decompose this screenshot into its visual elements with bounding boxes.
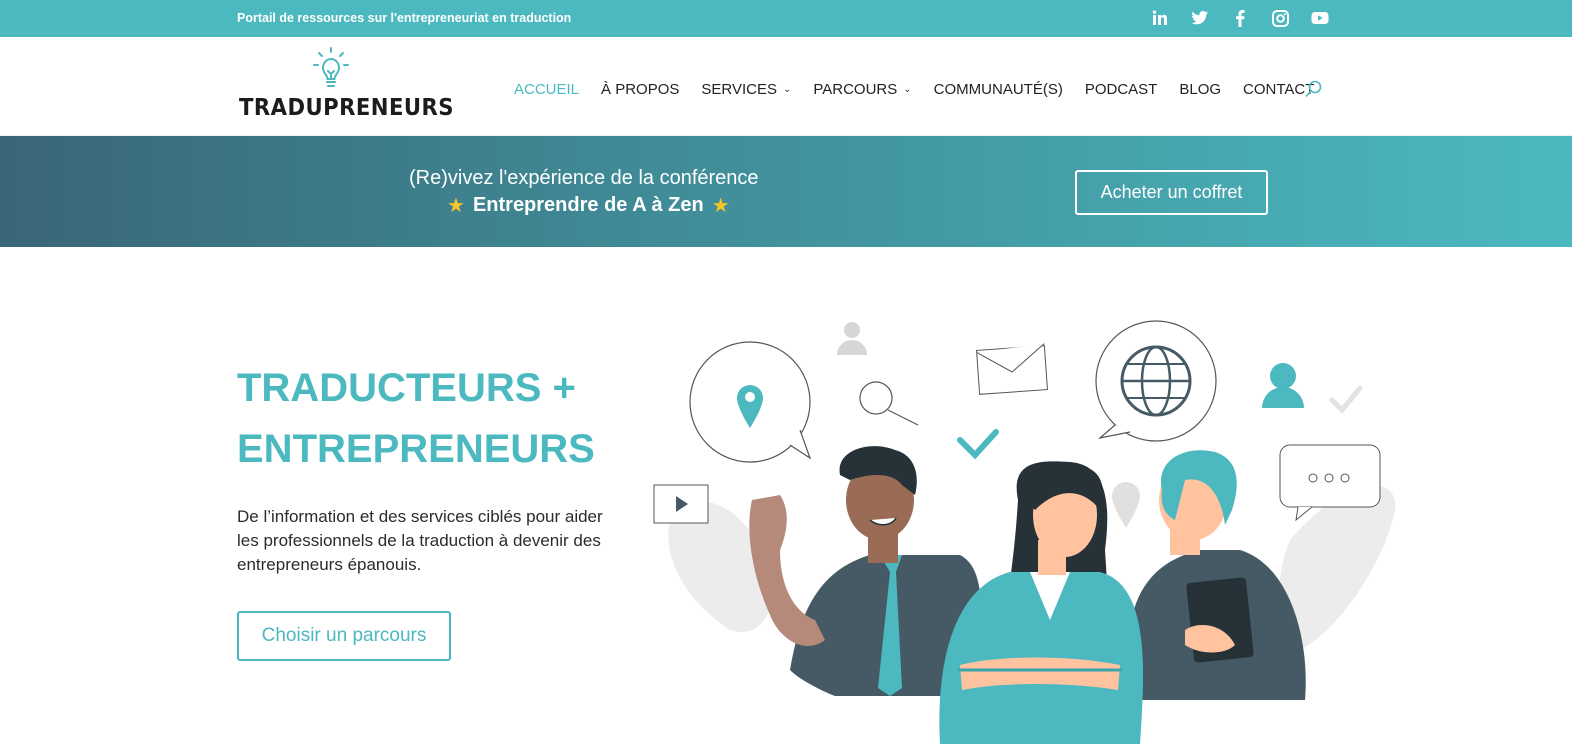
location-bubble — [689, 341, 812, 463]
magnifier-icon — [859, 381, 919, 426]
logo-text: TRADUPRENEURS — [239, 95, 454, 121]
star-icon: ★ — [447, 195, 465, 217]
top-bar: Portail de ressources sur l'entrepreneur… — [0, 0, 1572, 37]
woman-right-figure — [1127, 450, 1306, 700]
buy-box-button[interactable]: Acheter un coffret — [1075, 170, 1268, 215]
twitter-icon[interactable] — [1190, 8, 1210, 28]
social-links — [1150, 8, 1330, 28]
linkedin-icon[interactable] — [1150, 8, 1170, 28]
envelope-icon — [976, 343, 1048, 395]
promo-banner: (Re)vivez l'expérience de la conférence … — [0, 136, 1572, 247]
main-nav: ACCUEIL À PROPOS SERVICES ⌄ PARCOURS ⌄ COM… — [514, 81, 1336, 98]
team-illustration — [653, 320, 1396, 744]
instagram-icon[interactable] — [1270, 8, 1290, 28]
facebook-icon[interactable] — [1230, 8, 1250, 28]
user-icon-teal — [1262, 363, 1304, 408]
pin-icon-grey — [1112, 482, 1140, 528]
woman-center-figure — [939, 461, 1144, 744]
tagline: Portail de ressources sur l'entrepreneur… — [237, 11, 572, 25]
site-logo[interactable]: TRADUPRENEURS — [237, 47, 454, 127]
nav-item-parcours[interactable]: PARCOURS ⌄ — [813, 81, 911, 98]
nav-item-blog[interactable]: BLOG — [1179, 81, 1221, 98]
nav-item-podcast[interactable]: PODCAST — [1085, 81, 1158, 98]
check-icon-light — [1329, 385, 1363, 414]
chevron-down-icon: ⌄ — [782, 84, 792, 95]
hero-title: TRADUCTEURS + ENTREPRENEURS — [237, 366, 595, 471]
lightbulb-icon — [313, 47, 349, 87]
choose-path-button[interactable]: Choisir un parcours — [237, 611, 451, 661]
nav-item-services[interactable]: SERVICES ⌄ — [701, 81, 791, 98]
banner-subheading: ★ Entreprendre de A à Zen ★ — [447, 194, 730, 217]
site-header: TRADUPRENEURS ACCUEIL À PROPOS SERVICES ⌄… — [0, 37, 1572, 136]
banner-heading: (Re)vivez l'expérience de la conférence — [409, 167, 759, 189]
globe-bubble — [1095, 320, 1217, 442]
search-icon[interactable] — [1305, 80, 1323, 103]
hero-description: De l’information et des services ciblés … — [237, 507, 603, 574]
video-icon — [653, 484, 709, 524]
youtube-icon[interactable] — [1310, 8, 1330, 28]
check-icon — [957, 429, 999, 460]
nav-item-contact[interactable]: CONTACT — [1243, 81, 1314, 98]
nav-item-a-propos[interactable]: À PROPOS — [601, 81, 679, 98]
nav-item-communautes[interactable]: COMMUNAUTÉ(S) — [934, 81, 1063, 98]
chevron-down-icon: ⌄ — [903, 84, 912, 95]
star-icon: ★ — [711, 195, 730, 217]
user-icon-grey — [837, 322, 867, 355]
nav-item-accueil[interactable]: ACCUEIL — [514, 81, 579, 98]
